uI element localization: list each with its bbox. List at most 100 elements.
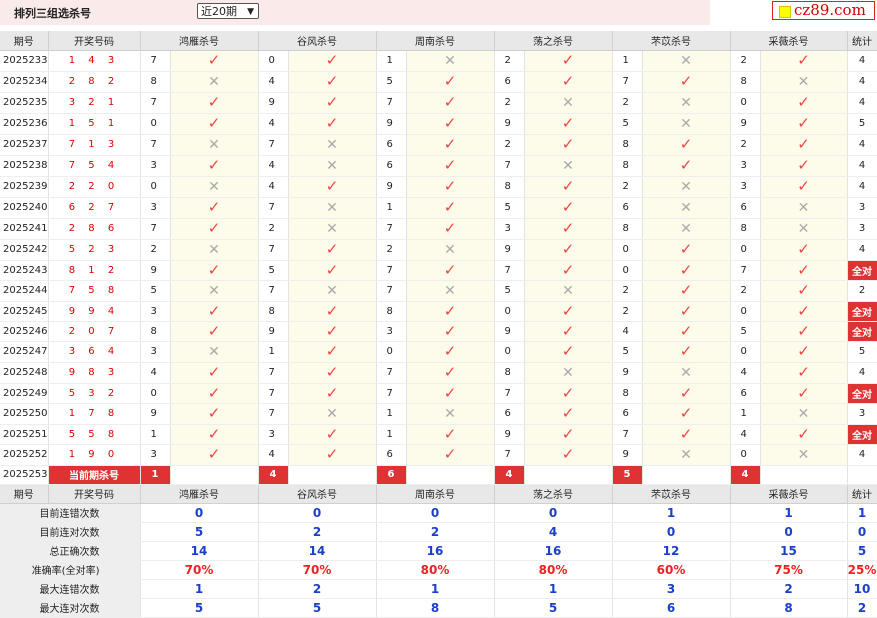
kill-number-table: 期号 开奖号码 鸿雁杀号 谷风杀号 周南杀号 荡之杀号 芣苡杀号 采薇杀号 统计 2025233 1…: [0, 31, 877, 618]
stats-value: 0: [494, 503, 613, 523]
table-row: 2025247 3 6 4 3 ✕ 1 ✓ 0 ✓ 0 ✓ 5 ✓ 0 ✓ 5: [0, 341, 877, 363]
kill-number-cell: 7: [612, 424, 643, 445]
result-cell: ✓: [406, 424, 495, 445]
result-cell: ✓: [170, 321, 259, 342]
kill-number-cell: 2: [494, 50, 525, 72]
draw-numbers-cell: 7 1 3: [48, 134, 141, 156]
kill-number-cell: 5: [730, 321, 761, 342]
kill-number-cell: 6: [376, 155, 407, 177]
result-cell: ✓: [288, 71, 377, 93]
result-cell: ✓: [760, 321, 848, 342]
kill-number-cell: 8: [730, 71, 761, 93]
current-kill-number: 4: [730, 465, 761, 485]
check-icon: ✓: [207, 51, 221, 69]
check-icon: ✓: [797, 383, 810, 402]
kill-number-cell: 0: [494, 341, 525, 363]
stat-cell: 全对: [847, 260, 877, 281]
draw-numbers-cell: 2 2 0: [48, 176, 141, 198]
result-cell: ✓: [524, 176, 613, 198]
period-cell: 2025235: [0, 92, 49, 114]
stats-value: 1: [140, 579, 259, 599]
kill-number-cell: 2: [730, 280, 761, 302]
result-cell: ✕: [760, 218, 848, 240]
stats-row: 最大连错次数 1 2 1 1 3 2 10: [0, 579, 877, 599]
stats-value: 16: [376, 541, 495, 561]
stats-value: 2: [258, 522, 377, 542]
kill-number-cell: 9: [140, 403, 171, 425]
current-kill-number: 4: [494, 465, 525, 485]
check-icon: ✓: [561, 240, 575, 258]
check-icon: ✓: [561, 383, 575, 402]
check-icon: ✓: [207, 363, 221, 381]
cross-icon: ✕: [208, 343, 220, 360]
period-cell: 2025241: [0, 218, 49, 240]
kill-number-cell: 0: [730, 239, 761, 261]
result-cell: ✓: [170, 260, 259, 281]
stats-value: 70%: [258, 560, 377, 580]
check-icon: ✓: [207, 424, 221, 443]
result-cell: ✕: [170, 239, 259, 261]
kill-number-cell: 4: [730, 362, 761, 384]
stats-label: 总正确次数: [0, 541, 141, 561]
check-icon: ✓: [443, 321, 457, 340]
period-cell: 2025251: [0, 424, 49, 445]
result-cell: ✓: [170, 113, 259, 135]
kill-number-cell: 8: [730, 218, 761, 240]
site-logo[interactable]: cz89.com: [772, 1, 875, 20]
kill-number-cell: 0: [612, 239, 643, 261]
result-cell: ✕: [760, 197, 848, 219]
col-expert-header: 周南杀号: [376, 484, 495, 504]
result-cell: ✓: [760, 362, 848, 384]
kill-number-cell: 9: [376, 176, 407, 198]
draw-numbers-cell: 2 8 2: [48, 71, 141, 93]
kill-number-cell: 0: [730, 341, 761, 363]
result-cell: ✕: [170, 341, 259, 363]
period-range-select[interactable]: 近20期 ▼: [197, 3, 259, 19]
result-cell: ✓: [288, 444, 377, 466]
check-icon: ✓: [561, 72, 575, 90]
check-icon: ✓: [207, 156, 221, 174]
result-cell: ✓: [406, 341, 495, 363]
table-row: 2025239 2 2 0 0 ✕ 4 ✓ 9 ✓ 8 ✓ 2 ✕ 3 ✓ 4: [0, 176, 877, 198]
cross-icon: ✕: [208, 136, 220, 153]
stat-cell: 5: [847, 341, 877, 363]
check-icon: ✓: [325, 342, 339, 360]
result-cell: ✓: [406, 444, 495, 466]
current-period-row: 2025253 当前期杀号 1 4 6 4 5 4: [0, 465, 877, 485]
kill-number-cell: 7: [258, 239, 289, 261]
kill-number-cell: 2: [494, 92, 525, 114]
kill-number-cell: 1: [376, 403, 407, 425]
cross-icon: ✕: [797, 446, 810, 463]
result-cell: ✕: [406, 280, 495, 302]
stats-row: 目前连对次数 5 2 2 4 0 0 0: [0, 522, 877, 542]
table-row: 2025246 2 0 7 8 ✓ 9 ✓ 3 ✓ 9 ✓ 4 ✓ 5 ✓ 全对: [0, 321, 877, 342]
kill-number-cell: 7: [494, 444, 525, 466]
stats-value: 0: [258, 503, 377, 523]
stats-value: 2: [730, 579, 848, 599]
stats-label: 最大连对次数: [0, 598, 141, 618]
result-cell: ✓: [760, 383, 848, 404]
check-icon: ✓: [325, 177, 339, 195]
cross-icon: ✕: [326, 157, 338, 174]
kill-number-cell: 8: [612, 155, 643, 177]
kill-number-cell: 5: [494, 280, 525, 302]
kill-number-cell: 9: [612, 444, 643, 466]
check-icon: ✓: [797, 240, 810, 258]
check-icon: ✓: [325, 240, 339, 258]
result-cell: ✕: [406, 239, 495, 261]
result-cell: ✓: [642, 341, 731, 363]
kill-number-cell: 7: [376, 92, 407, 114]
stats-value: 75%: [730, 560, 848, 580]
result-cell: ✓: [288, 362, 377, 384]
result-cell: ✓: [288, 424, 377, 445]
check-icon: ✓: [679, 240, 693, 258]
result-cell: ✕: [170, 71, 259, 93]
check-icon: ✓: [561, 445, 575, 463]
result-cell: ✓: [642, 134, 731, 156]
result-cell: ✓: [524, 383, 613, 404]
table-row: 2025252 1 9 0 3 ✓ 4 ✓ 6 ✓ 7 ✓ 9 ✕ 0 ✕ 4: [0, 444, 877, 466]
kill-number-cell: 3: [730, 176, 761, 198]
col-expert-header: 芣苡杀号: [612, 484, 731, 504]
col-draw-header: 开奖号码: [48, 484, 141, 504]
draw-numbers-cell: 2 8 6: [48, 218, 141, 240]
